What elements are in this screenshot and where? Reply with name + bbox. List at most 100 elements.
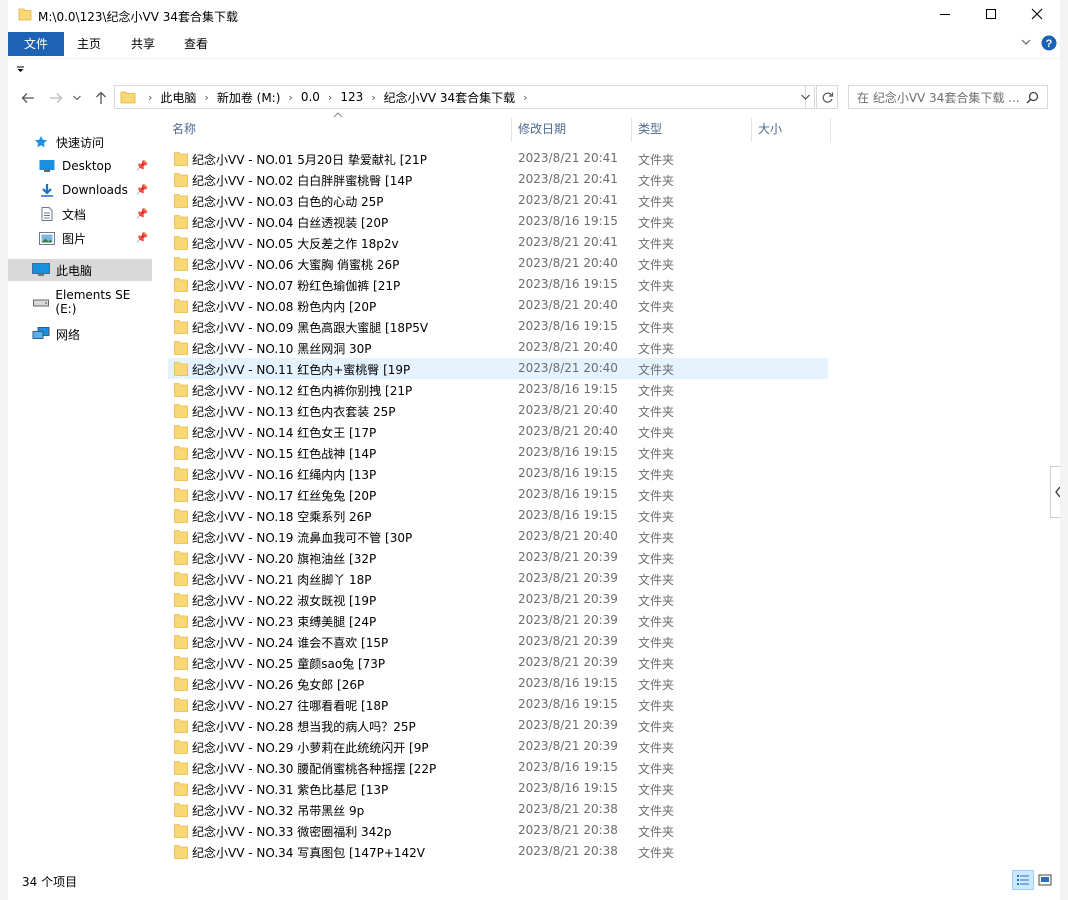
pin-icon[interactable]: 📌 bbox=[136, 233, 148, 244]
file-name[interactable]: 纪念小VV - NO.30 腰配俏蜜桃各种摇摆 [22P bbox=[192, 760, 436, 777]
sidebar-item-this-pc[interactable]: 此电脑 bbox=[8, 259, 152, 281]
table-row[interactable]: 纪念小VV - NO.19 流鼻血我可不管 [30P 2023/8/21 20:4… bbox=[168, 526, 828, 547]
search-icon[interactable] bbox=[1026, 91, 1039, 104]
breadcrumb-separator[interactable]: › bbox=[202, 91, 210, 104]
file-name[interactable]: 纪念小VV - NO.23 束缚美腿 [24P bbox=[192, 613, 376, 630]
details-view-button[interactable] bbox=[1012, 870, 1034, 890]
file-name[interactable]: 纪念小VV - NO.19 流鼻血我可不管 [30P bbox=[192, 529, 412, 546]
column-divider[interactable] bbox=[830, 118, 831, 142]
tab-file[interactable]: 文件 bbox=[8, 32, 64, 56]
file-name[interactable]: 纪念小VV - NO.14 红色女王 [17P bbox=[192, 424, 376, 441]
forward-button[interactable] bbox=[46, 88, 66, 108]
table-row[interactable]: 纪念小VV - NO.14 红色女王 [17P 2023/8/21 20:40 文件… bbox=[168, 421, 828, 442]
address-history-dropdown[interactable] bbox=[796, 85, 815, 109]
pin-icon[interactable]: 📌 bbox=[136, 161, 148, 172]
sidebar-item-network[interactable]: 网络 bbox=[8, 323, 152, 345]
refresh-button[interactable] bbox=[816, 85, 838, 109]
breadcrumb-separator[interactable]: › bbox=[326, 91, 334, 104]
file-name[interactable]: 纪念小VV - NO.18 空乘系列 26P bbox=[192, 508, 372, 525]
maximize-button[interactable] bbox=[968, 0, 1014, 30]
sidebar-item-elements-drive[interactable]: Elements SE (E:) bbox=[8, 288, 152, 316]
breadcrumb-current-folder[interactable]: 纪念小VV 34套合集下载 bbox=[378, 89, 522, 106]
column-divider[interactable] bbox=[631, 118, 632, 142]
breadcrumb-separator[interactable]: › bbox=[369, 91, 377, 104]
table-row[interactable]: 纪念小VV - NO.28 想当我的病人吗？25P 2023/8/21 20:39… bbox=[168, 715, 828, 736]
file-name[interactable]: 纪念小VV - NO.25 童颜sao兔 [73P bbox=[192, 655, 385, 672]
table-row[interactable]: 纪念小VV - NO.13 红色内衣套装 25P 2023/8/21 20:40 文… bbox=[168, 400, 828, 421]
column-header-type[interactable]: 类型 bbox=[638, 118, 748, 140]
tab-share[interactable]: 共享 bbox=[122, 32, 164, 56]
file-name[interactable]: 纪念小VV - NO.07 粉红色瑜伽裤 [21P bbox=[192, 277, 400, 294]
table-row[interactable]: 纪念小VV - NO.33 微密圈福利 342p 2023/8/21 20:38 文… bbox=[168, 820, 828, 841]
table-row[interactable]: 纪念小VV - NO.09 黑色高跟大蜜腿 [18P5V 2023/8/16 19… bbox=[168, 316, 828, 337]
breadcrumb-volume[interactable]: 新加卷 (M:) bbox=[211, 89, 287, 106]
file-name[interactable]: 纪念小VV - NO.26 兔女郎 [26P bbox=[192, 676, 364, 693]
file-name[interactable]: 纪念小VV - NO.03 白色的心动 25P bbox=[192, 193, 384, 210]
up-button[interactable] bbox=[91, 88, 111, 108]
search-placeholder[interactable]: 在 纪念小VV 34套合集下载 ... bbox=[857, 89, 1026, 106]
table-row[interactable]: 纪念小VV - NO.01 5月20日 挚爱献礼 [21P 2023/8/21 2… bbox=[168, 148, 828, 169]
table-row[interactable]: 纪念小VV - NO.25 童颜sao兔 [73P 2023/8/21 20:39… bbox=[168, 652, 828, 673]
close-button[interactable] bbox=[1014, 0, 1060, 30]
tab-view[interactable]: 查看 bbox=[175, 32, 217, 56]
large-icons-view-button[interactable] bbox=[1034, 870, 1056, 890]
file-name[interactable]: 纪念小VV - NO.08 粉色内内 [20P bbox=[192, 298, 376, 315]
sidebar-item-documents[interactable]: 文档 📌 bbox=[8, 203, 152, 225]
file-name[interactable]: 纪念小VV - NO.09 黑色高跟大蜜腿 [18P5V bbox=[192, 319, 428, 336]
file-name[interactable]: 纪念小VV - NO.06 大蜜胸 俏蜜桃 26P bbox=[192, 256, 399, 273]
column-divider[interactable] bbox=[751, 118, 752, 142]
table-row[interactable]: 纪念小VV - NO.03 白色的心动 25P 2023/8/21 20:41 文件… bbox=[168, 190, 828, 211]
table-row[interactable]: 纪念小VV - NO.11 红色内+蜜桃臀 [19P 2023/8/21 20:4… bbox=[168, 358, 828, 379]
table-row[interactable]: 纪念小VV - NO.18 空乘系列 26P 2023/8/16 19:15 文件夹 bbox=[168, 505, 828, 526]
file-name[interactable]: 纪念小VV - NO.04 白丝透视装 [20P bbox=[192, 214, 388, 231]
table-row[interactable]: 纪念小VV - NO.08 粉色内内 [20P 2023/8/21 20:40 文件… bbox=[168, 295, 828, 316]
table-row[interactable]: 纪念小VV - NO.21 肉丝脚丫 18P 2023/8/21 20:39 文件夹 bbox=[168, 568, 828, 589]
breadcrumb-separator[interactable]: › bbox=[146, 91, 154, 104]
sidebar-item-pictures[interactable]: 图片 📌 bbox=[8, 227, 152, 249]
address-bar[interactable]: › 此电脑 › 新加卷 (M:) › 0.0 › 123 › 纪念小VV 34套… bbox=[114, 85, 806, 109]
table-row[interactable]: 纪念小VV - NO.05 大反差之作 18p2v 2023/8/21 20:41… bbox=[168, 232, 828, 253]
table-row[interactable]: 纪念小VV - NO.06 大蜜胸 俏蜜桃 26P 2023/8/21 20:40… bbox=[168, 253, 828, 274]
file-name[interactable]: 纪念小VV - NO.31 紫色比基尼 [13P bbox=[192, 781, 388, 798]
table-row[interactable]: 纪念小VV - NO.24 谁会不喜欢 [15P 2023/8/21 20:39 文… bbox=[168, 631, 828, 652]
file-name[interactable]: 纪念小VV - NO.22 淑女既视 [19P bbox=[192, 592, 376, 609]
sidebar-item-desktop[interactable]: Desktop 📌 bbox=[8, 155, 152, 177]
column-divider[interactable] bbox=[511, 118, 512, 142]
search-box[interactable]: 在 纪念小VV 34套合集下载 ... bbox=[848, 85, 1048, 109]
table-row[interactable]: 纪念小VV - NO.02 白白胖胖蜜桃臀 [14P 2023/8/21 20:4… bbox=[168, 169, 828, 190]
tab-home[interactable]: 主页 bbox=[68, 32, 110, 56]
table-row[interactable]: 纪念小VV - NO.10 黑丝网洞 30P 2023/8/21 20:40 文件夹 bbox=[168, 337, 828, 358]
table-row[interactable]: 纪念小VV - NO.12 红色内裤你别拽 [21P 2023/8/16 19:1… bbox=[168, 379, 828, 400]
table-row[interactable]: 纪念小VV - NO.07 粉红色瑜伽裤 [21P 2023/8/16 19:15… bbox=[168, 274, 828, 295]
table-row[interactable]: 纪念小VV - NO.32 吊带黑丝 9p 2023/8/21 20:38 文件夹 bbox=[168, 799, 828, 820]
customize-toolbar-icon[interactable] bbox=[16, 63, 26, 77]
sidebar-item-downloads[interactable]: Downloads 📌 bbox=[8, 179, 152, 201]
file-name[interactable]: 纪念小VV - NO.24 谁会不喜欢 [15P bbox=[192, 634, 388, 651]
table-row[interactable]: 纪念小VV - NO.31 紫色比基尼 [13P 2023/8/16 19:15 文… bbox=[168, 778, 828, 799]
help-icon[interactable]: ? bbox=[1041, 35, 1057, 54]
file-name[interactable]: 纪念小VV - NO.02 白白胖胖蜜桃臀 [14P bbox=[192, 172, 412, 189]
table-row[interactable]: 纪念小VV - NO.27 往哪看看呢 [18P 2023/8/16 19:15 文… bbox=[168, 694, 828, 715]
recent-locations-button[interactable] bbox=[70, 88, 84, 108]
file-name[interactable]: 纪念小VV - NO.27 往哪看看呢 [18P bbox=[192, 697, 388, 714]
file-name[interactable]: 纪念小VV - NO.34 写真图包 [147P+142V bbox=[192, 844, 425, 861]
table-row[interactable]: 纪念小VV - NO.22 淑女既视 [19P 2023/8/21 20:39 文件… bbox=[168, 589, 828, 610]
sidebar-item-quick-access[interactable]: 快速访问 bbox=[8, 131, 152, 153]
table-row[interactable]: 纪念小VV - NO.30 腰配俏蜜桃各种摇摆 [22P 2023/8/16 19… bbox=[168, 757, 828, 778]
file-name[interactable]: 纪念小VV - NO.12 红色内裤你别拽 [21P bbox=[192, 382, 412, 399]
column-header-name[interactable]: 名称 bbox=[172, 118, 512, 140]
file-name[interactable]: 纪念小VV - NO.15 红色战神 [14P bbox=[192, 445, 376, 462]
table-row[interactable]: 纪念小VV - NO.26 兔女郎 [26P 2023/8/16 19:15 文件夹 bbox=[168, 673, 828, 694]
table-row[interactable]: 纪念小VV - NO.20 旗袍油丝 [32P 2023/8/21 20:39 文件… bbox=[168, 547, 828, 568]
file-name[interactable]: 纪念小VV - NO.13 红色内衣套装 25P bbox=[192, 403, 396, 420]
file-name[interactable]: 纪念小VV - NO.28 想当我的病人吗？25P bbox=[192, 718, 416, 735]
file-name[interactable]: 纪念小VV - NO.10 黑丝网洞 30P bbox=[192, 340, 372, 357]
breadcrumb-separator[interactable]: › bbox=[521, 91, 529, 104]
table-row[interactable]: 纪念小VV - NO.16 红绳内内 [13P 2023/8/16 19:15 文件… bbox=[168, 463, 828, 484]
column-header-size[interactable]: 大小 bbox=[758, 118, 828, 140]
file-name[interactable]: 纪念小VV - NO.33 微密圈福利 342p bbox=[192, 823, 392, 840]
table-row[interactable]: 纪念小VV - NO.23 束缚美腿 [24P 2023/8/21 20:39 文件… bbox=[168, 610, 828, 631]
table-row[interactable]: 纪念小VV - NO.29 小萝莉在此统统闪开 [9P 2023/8/21 20:… bbox=[168, 736, 828, 757]
breadcrumb-separator[interactable]: › bbox=[286, 91, 294, 104]
file-name[interactable]: 纪念小VV - NO.01 5月20日 挚爱献礼 [21P bbox=[192, 151, 427, 168]
